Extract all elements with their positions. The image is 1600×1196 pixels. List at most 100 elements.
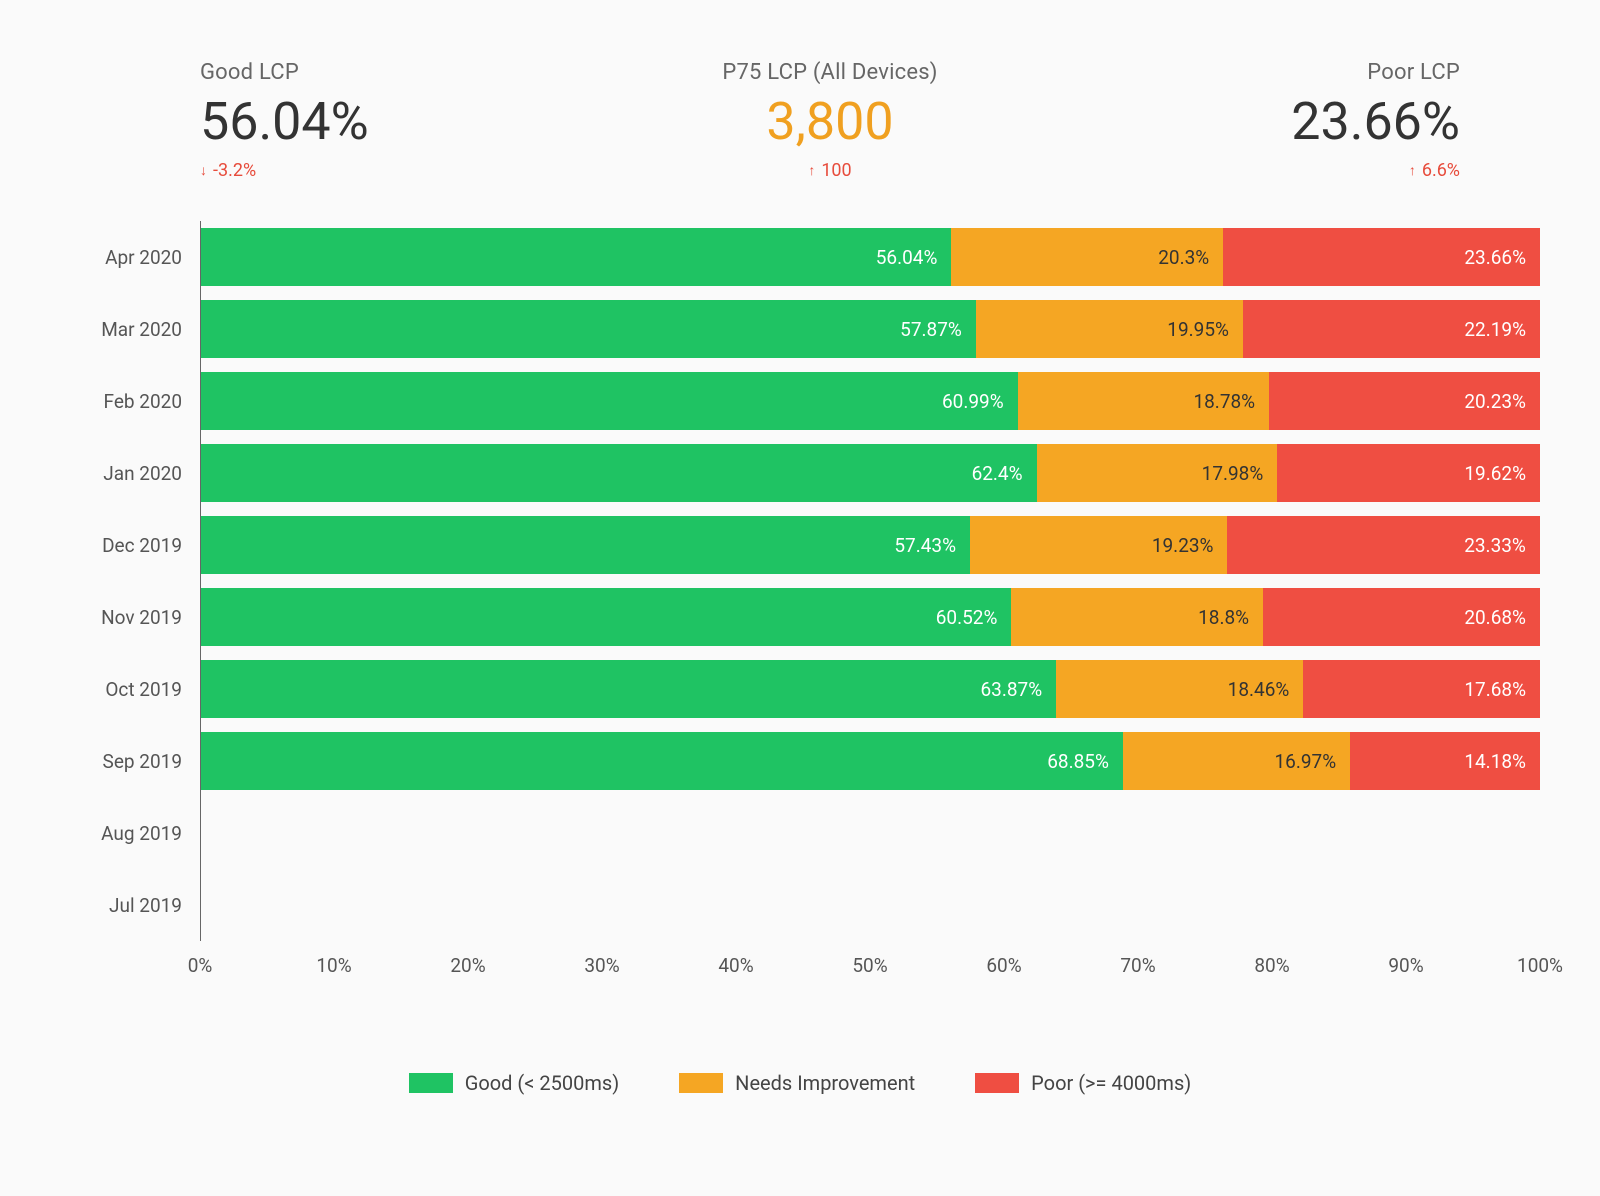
bar-row: 62.4% 17.98% 19.62% [201,437,1540,509]
kpi-delta-value: 100 [821,160,851,181]
arrow-up-icon: ↑ [808,164,815,178]
bar-segment-poor: 22.19% [1243,300,1540,358]
bar-segment-value: 16.97% [1274,750,1336,773]
y-axis-label: Jan 2020 [60,437,200,509]
y-axis-label: Sep 2019 [60,725,200,797]
plot-area: 56.04% 20.3% 23.66% 57.87% 19.95% 22.19% 60.99… [200,221,1540,941]
bar-row: 57.87% 19.95% 22.19% [201,293,1540,365]
kpi-delta-value: -3.2% [213,160,256,181]
bar-segment-value: 23.66% [1464,246,1526,269]
x-axis-tick: 100% [1517,954,1563,977]
kpi-delta: ↓ -3.2% [200,160,256,181]
x-axis-tick: 40% [718,954,753,977]
kpi-poor-lcp: Poor LCP 23.66% ↑ 6.6% [1291,60,1460,181]
kpi-label: Poor LCP [1367,60,1460,85]
bar-row [201,797,1540,869]
stacked-bar: 62.4% 17.98% 19.62% [201,444,1540,502]
legend-label: Poor (>= 4000ms) [1031,1071,1191,1095]
x-axis-tick: 20% [450,954,485,977]
y-axis-label: Feb 2020 [60,365,200,437]
bar-segment-poor: 23.33% [1227,516,1539,574]
bar-segment-poor: 20.68% [1263,588,1540,646]
bar-segment-value: 14.18% [1464,750,1526,773]
arrow-up-icon: ↑ [1409,164,1416,178]
x-axis-tick: 0% [188,954,213,977]
y-axis: Apr 2020Mar 2020Feb 2020Jan 2020Dec 2019… [60,221,200,941]
bar-segment-value: 56.04% [876,246,938,269]
legend-label: Needs Improvement [735,1071,915,1095]
bar-segment-mid: 19.95% [976,300,1243,358]
bar-segment-mid: 17.98% [1037,444,1278,502]
bar-segment-value: 62.4% [972,462,1023,485]
bar-row: 68.85% 16.97% 14.18% [201,725,1540,797]
stacked-bar: 63.87% 18.46% 17.68% [201,660,1540,718]
legend-item-poor: Poor (>= 4000ms) [975,1071,1191,1095]
y-axis-label: Mar 2020 [60,293,200,365]
bar-segment-value: 17.98% [1202,462,1264,485]
x-axis-tick: 60% [986,954,1021,977]
bar-segment-good: 57.43% [201,516,970,574]
y-axis-label: Oct 2019 [60,653,200,725]
stacked-bar: 60.99% 18.78%20.23% [201,372,1540,430]
bar-segment-value: 60.99% [942,390,1004,413]
bar-row: 63.87% 18.46% 17.68% [201,653,1540,725]
stacked-bar: 60.52% 18.8% 20.68% [201,588,1540,646]
x-axis-tick: 70% [1120,954,1155,977]
bar-segment-mid: 18.78% [1018,372,1269,430]
bar-row: 57.43%19.23% 23.33% [201,509,1540,581]
bar-segment-value: 17.68% [1464,678,1526,701]
legend-label: Good (< 2500ms) [465,1071,619,1095]
bar-segment-value: 22.19% [1464,318,1526,341]
bar-segment-mid: 20.3% [951,228,1223,286]
kpi-value: 56.04% [200,91,369,152]
x-axis-tick: 10% [316,954,351,977]
x-axis-tick: 30% [584,954,619,977]
bar-segment-mid: 18.46% [1056,660,1303,718]
legend: Good (< 2500ms) Needs Improvement Poor (… [60,1071,1540,1095]
kpi-row: Good LCP 56.04% ↓ -3.2% P75 LCP (All Dev… [60,40,1540,201]
kpi-delta: ↑ 6.6% [1409,160,1460,181]
bar-segment-value: 57.87% [900,318,962,341]
bar-segment-good: 60.99% [201,372,1018,430]
bar-segment-value: 60.52% [936,606,998,629]
bar-segment-mid: 16.97% [1123,732,1350,790]
bar-segment-good: 56.04% [201,228,951,286]
bar-segment-poor: 23.66% [1223,228,1540,286]
kpi-value: 3,800 [766,91,893,152]
x-axis-tick: 50% [852,954,887,977]
bar-segment-good: 68.85% [201,732,1123,790]
bar-segment-value: 23.33% [1464,534,1526,557]
bar-segment-value: 68.85% [1047,750,1109,773]
bar-segment-mid: 18.8% [1011,588,1263,646]
kpi-delta-value: 6.6% [1422,160,1460,181]
x-axis-tick: 80% [1254,954,1289,977]
legend-item-mid: Needs Improvement [679,1071,915,1095]
bar-segment-value: 19.62% [1464,462,1526,485]
x-axis-tick: 90% [1388,954,1423,977]
bar-segment-value: 20.3% [1158,246,1209,269]
bar-segment-good: 60.52% [201,588,1011,646]
bar-row: 60.99% 18.78%20.23% [201,365,1540,437]
bar-segment-poor: 14.18% [1350,732,1540,790]
stacked-bar: 57.43%19.23% 23.33% [201,516,1540,574]
legend-swatch-icon [679,1073,723,1093]
stacked-bar: 57.87% 19.95% 22.19% [201,300,1540,358]
bar-segment-good: 57.87% [201,300,976,358]
lcp-report: Good LCP 56.04% ↓ -3.2% P75 LCP (All Dev… [0,0,1600,1196]
bar-segment-good: 62.4% [201,444,1037,502]
x-axis: 0%10%20%30%40%50%60%70%80%90%100% [200,941,1540,981]
bar-row: 60.52% 18.8% 20.68% [201,581,1540,653]
bar-segment-mid: 19.23% [970,516,1227,574]
bar-segment-value: 19.95% [1167,318,1229,341]
bar-segment-poor: 19.62% [1277,444,1540,502]
legend-item-good: Good (< 2500ms) [409,1071,619,1095]
stacked-bar: 56.04% 20.3% 23.66% [201,228,1540,286]
bar-segment-poor: 17.68% [1303,660,1540,718]
bar-row: 56.04% 20.3% 23.66% [201,221,1540,293]
y-axis-label: Dec 2019 [60,509,200,581]
bar-segment-poor: 20.23% [1269,372,1540,430]
stacked-bar-chart: Apr 2020Mar 2020Feb 2020Jan 2020Dec 2019… [60,221,1540,941]
y-axis-label: Nov 2019 [60,581,200,653]
bar-segment-value: 63.87% [981,678,1043,701]
bar-segment-value: 20.68% [1464,606,1526,629]
